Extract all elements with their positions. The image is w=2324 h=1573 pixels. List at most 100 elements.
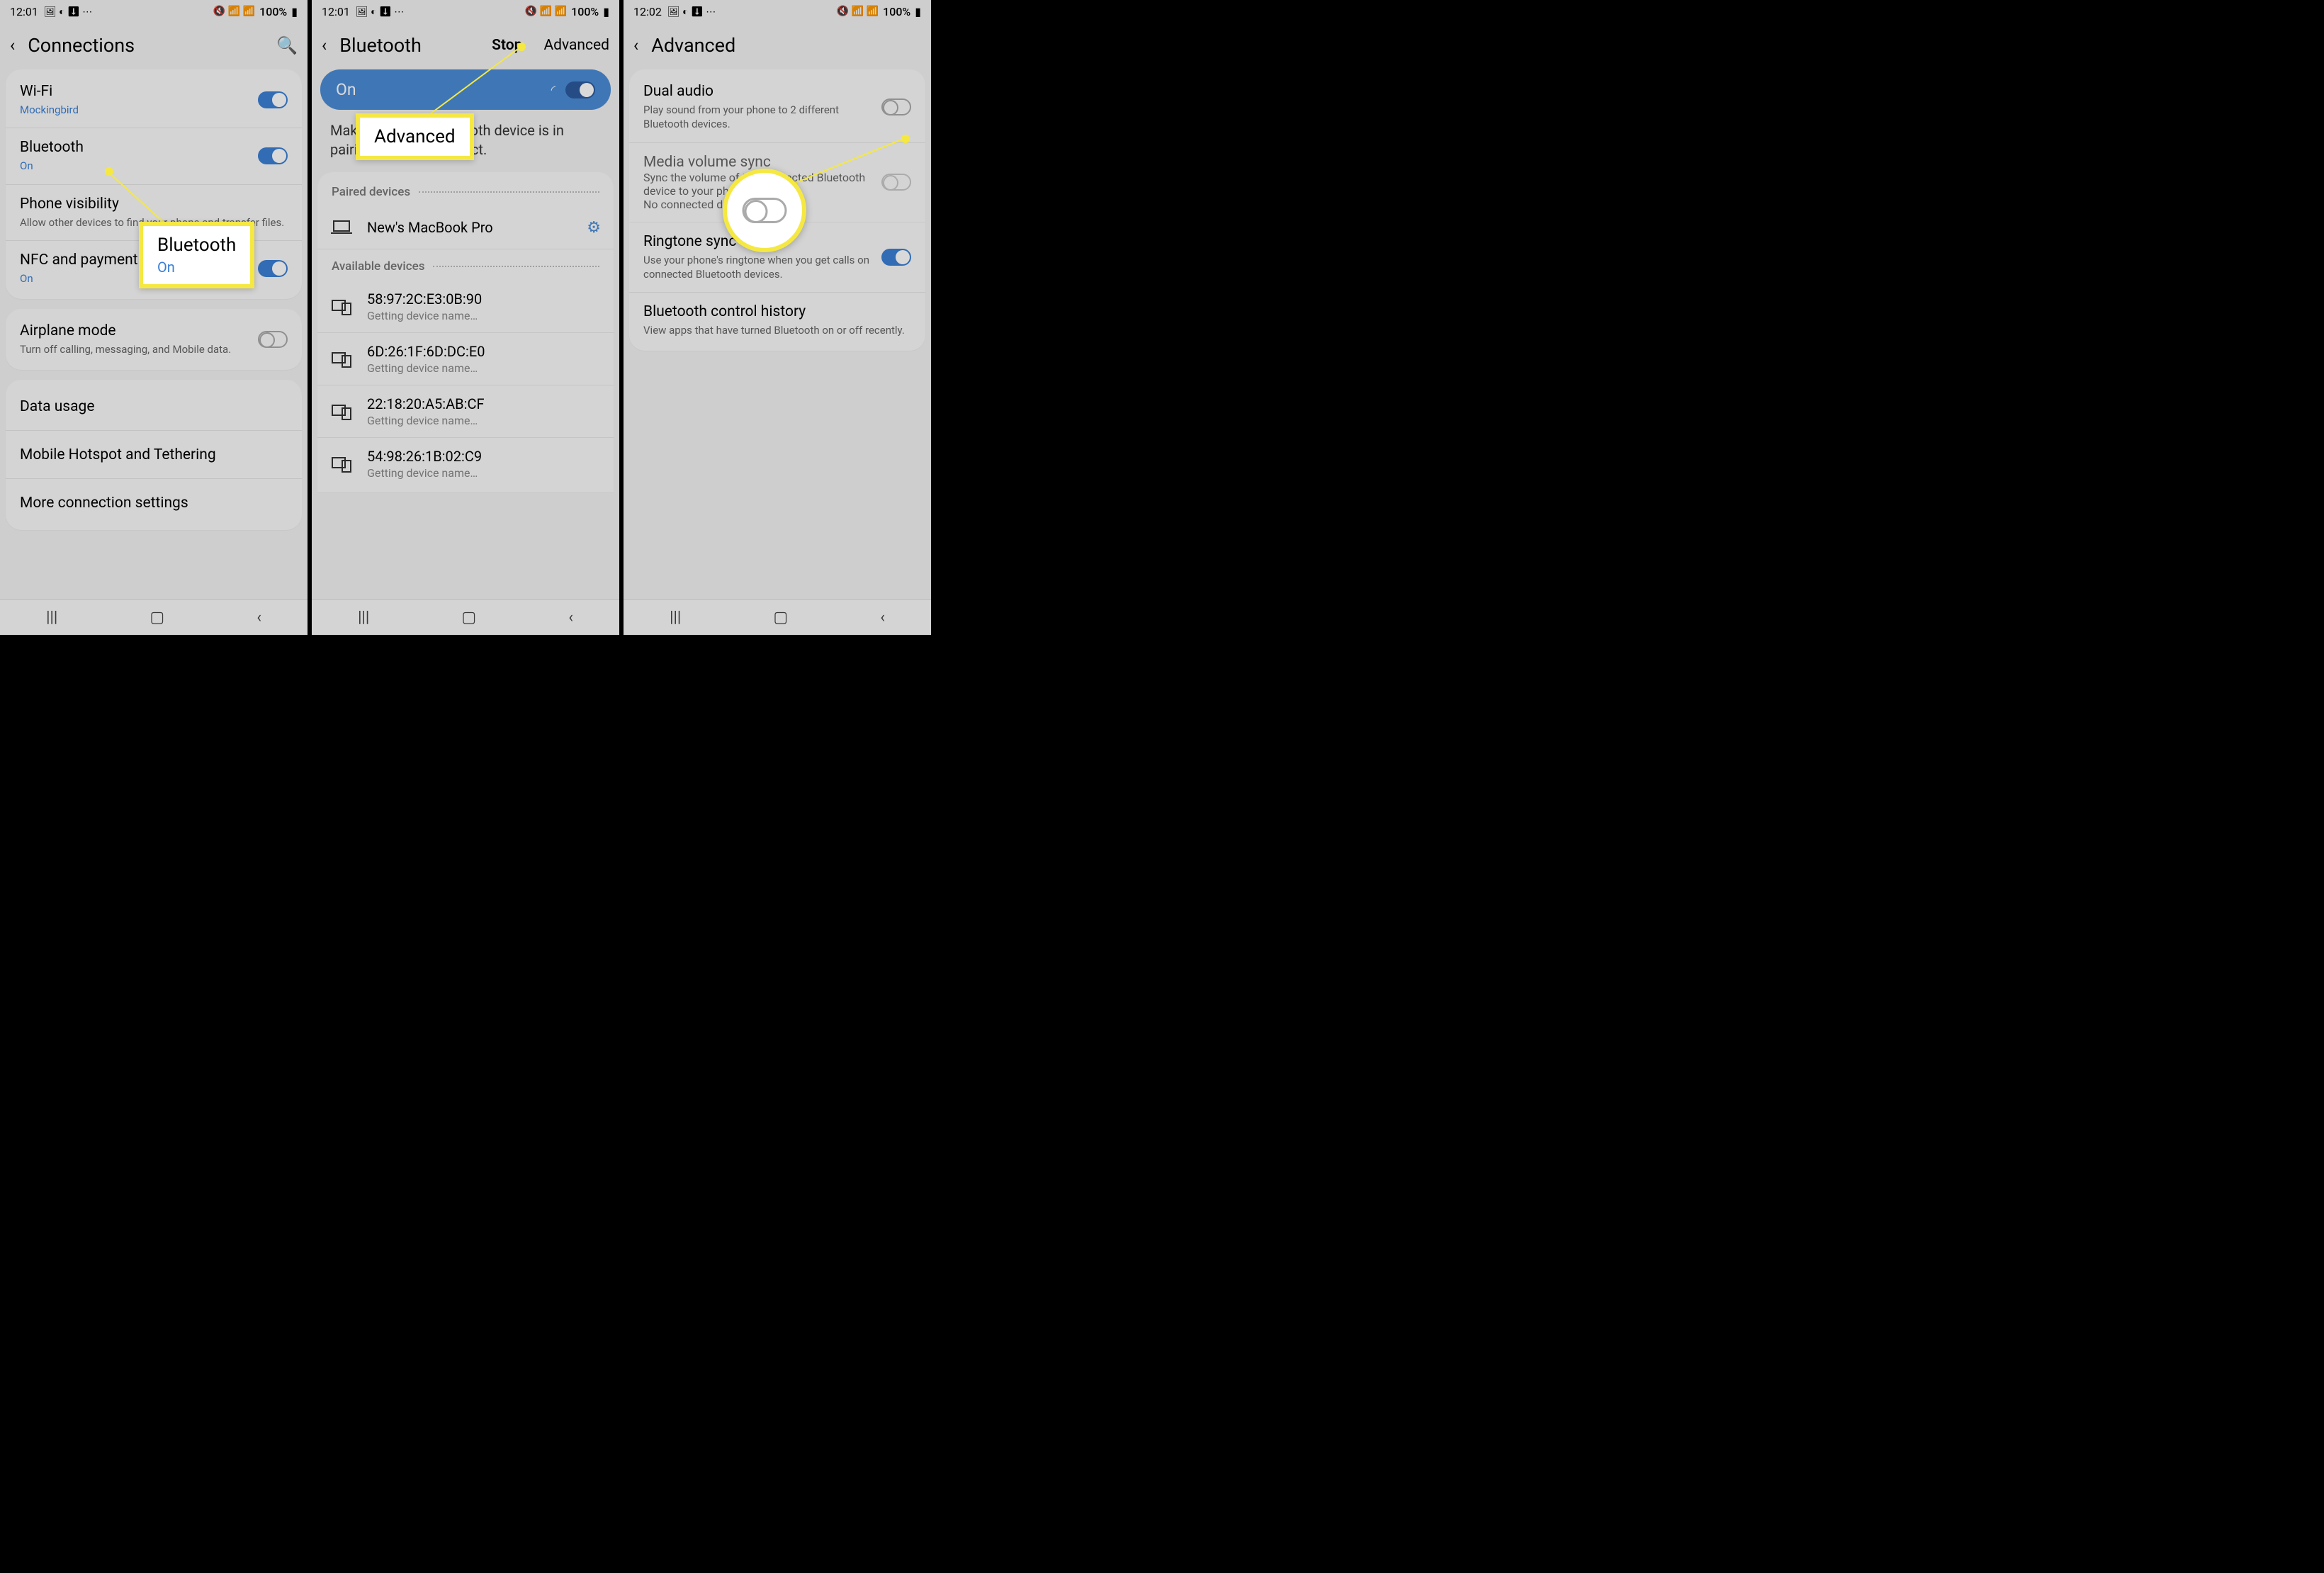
search-icon[interactable]: 🔍 xyxy=(276,35,298,55)
available-device-row[interactable]: 22:18:20:A5:AB:CFGetting device name… xyxy=(317,385,614,438)
status-icons-left: 🖼 ◐ ⬇ ⋯ xyxy=(356,6,404,18)
visibility-title: Phone visibility xyxy=(20,196,288,213)
battery-icon: ▮ xyxy=(915,5,921,18)
available-device-row[interactable]: 54:98:26:1B:02:C9Getting device name… xyxy=(317,438,614,490)
phone-screen-3: 12:02 🖼 ◐ ⬇ ⋯ 🔇 📶 📶 100% ▮ ‹ Advanced Du… xyxy=(624,0,935,635)
available-device-row[interactable]: 6D:26:1F:6D:DC:E0Getting device name… xyxy=(317,333,614,385)
status-icons-right: 🔇 📶 📶 xyxy=(837,6,879,17)
statusbar: 12:01 🖼 ◐ ⬇ ⋯ 🔇 📶 📶 100% ▮ xyxy=(0,0,308,23)
header: ‹ Connections 🔍 xyxy=(0,23,308,69)
battery-icon: ▮ xyxy=(291,5,298,18)
hotspot-title: Mobile Hotspot and Tethering xyxy=(20,446,288,463)
phone-screen-2: 12:01 🖼 ◐ ⬇ ⋯ 🔇 📶 📶 100% ▮ ‹ Bluetooth S… xyxy=(312,0,624,635)
status-time: 12:01 xyxy=(10,5,38,18)
callout-dot xyxy=(517,43,526,51)
back-button[interactable]: ‹ xyxy=(633,35,638,55)
data-usage-title: Data usage xyxy=(20,398,288,415)
nav-back[interactable]: ‹ xyxy=(568,609,573,626)
callout-dot xyxy=(105,167,113,176)
more-connection-row[interactable]: More connection settings xyxy=(6,479,302,527)
statusbar: 12:01 🖼 ◐ ⬇ ⋯ 🔇 📶 📶 100% ▮ xyxy=(312,0,619,23)
callout-title: Bluetooth xyxy=(157,235,236,256)
ringtone-toggle[interactable] xyxy=(881,249,911,266)
settings-list[interactable]: Wi-Fi Mockingbird Bluetooth On Phone vis… xyxy=(0,69,308,530)
page-title: Connections xyxy=(28,34,264,57)
available-header: Available devices xyxy=(317,249,614,281)
scan-spinner-icon: ◜ xyxy=(551,83,555,96)
available-device-row[interactable]: 58:97:2C:E3:0B:90Getting device name… xyxy=(317,281,614,333)
bt-history-row[interactable]: Bluetooth control history View apps that… xyxy=(629,293,925,348)
wifi-title: Wi-Fi xyxy=(20,83,258,100)
dual-audio-toggle[interactable] xyxy=(881,98,911,115)
paired-device-name: New's MacBook Pro xyxy=(367,219,572,236)
status-icons-left: 🖼 ◐ ⬇ ⋯ xyxy=(667,6,716,18)
page-title: Advanced xyxy=(651,34,921,57)
nav-back[interactable]: ‹ xyxy=(256,609,261,626)
data-usage-row[interactable]: Data usage xyxy=(6,383,302,431)
dual-audio-sub: Play sound from your phone to 2 differen… xyxy=(643,103,881,132)
nav-recent[interactable]: ||| xyxy=(670,609,681,626)
zoom-toggle xyxy=(743,198,787,223)
hotspot-row[interactable]: Mobile Hotspot and Tethering xyxy=(6,431,302,479)
status-icons-left: 🖼 ◐ ⬇ ⋯ xyxy=(44,6,92,18)
wifi-sub: Mockingbird xyxy=(20,103,258,117)
laptop-icon xyxy=(330,216,353,239)
gear-icon[interactable]: ⚙ xyxy=(587,219,601,237)
phone-screen-1: 12:01 🖼 ◐ ⬇ ⋯ 🔇 📶 📶 100% ▮ ‹ Connections… xyxy=(0,0,312,635)
header: ‹ Bluetooth Stop Advanced xyxy=(312,23,619,69)
callout-dot xyxy=(901,135,910,143)
nav-recent[interactable]: ||| xyxy=(46,609,57,626)
bluetooth-master-toggle[interactable]: On ◜ xyxy=(320,69,611,110)
callout-title: Advanced xyxy=(374,126,456,147)
battery-icon: ▮ xyxy=(603,5,609,18)
battery-percent: 100% xyxy=(571,5,599,18)
header: ‹ Advanced xyxy=(624,23,931,69)
bt-on-toggle[interactable] xyxy=(565,81,595,98)
navbar: ||| ▢ ‹ xyxy=(0,599,308,635)
bt-history-sub: View apps that have turned Bluetooth on … xyxy=(643,323,911,337)
airplane-row[interactable]: Airplane mode Turn off calling, messagin… xyxy=(6,312,302,367)
status-time: 12:01 xyxy=(322,5,350,18)
wifi-row[interactable]: Wi-Fi Mockingbird xyxy=(6,72,302,128)
ringtone-sub: Use your phone's ringtone when you get c… xyxy=(643,253,881,282)
back-button[interactable]: ‹ xyxy=(322,35,327,55)
bluetooth-title: Bluetooth xyxy=(20,139,258,156)
nav-home[interactable]: ▢ xyxy=(150,609,164,626)
dual-audio-title: Dual audio xyxy=(643,83,881,100)
devices-icon xyxy=(330,348,353,371)
media-volume-title: Media volume sync xyxy=(643,154,881,171)
battery-percent: 100% xyxy=(883,5,910,18)
nfc-toggle[interactable] xyxy=(258,260,288,277)
callout-zoom-toggle xyxy=(723,169,806,252)
nav-back[interactable]: ‹ xyxy=(880,609,885,626)
bt-history-title: Bluetooth control history xyxy=(643,303,911,320)
on-label: On xyxy=(336,80,551,99)
media-volume-toggle xyxy=(881,174,911,191)
advanced-button[interactable]: Advanced xyxy=(543,37,609,54)
statusbar: 12:02 🖼 ◐ ⬇ ⋯ 🔇 📶 📶 100% ▮ xyxy=(624,0,931,23)
more-connection-title: More connection settings xyxy=(20,495,288,512)
airplane-title: Airplane mode xyxy=(20,322,258,339)
nav-recent[interactable]: ||| xyxy=(358,609,369,626)
callout-sub: On xyxy=(157,259,236,276)
devices-icon xyxy=(330,295,353,318)
callout-advanced: Advanced xyxy=(356,113,474,160)
paired-device-row[interactable]: New's MacBook Pro ⚙ xyxy=(317,206,614,249)
bluetooth-row[interactable]: Bluetooth On xyxy=(6,128,302,184)
navbar: ||| ▢ ‹ xyxy=(312,599,619,635)
wifi-toggle[interactable] xyxy=(258,91,288,108)
bluetooth-toggle[interactable] xyxy=(258,147,288,164)
airplane-toggle[interactable] xyxy=(258,331,288,348)
paired-header: Paired devices xyxy=(317,175,614,206)
dual-audio-row[interactable]: Dual audio Play sound from your phone to… xyxy=(629,72,925,143)
devices-icon xyxy=(330,453,353,475)
battery-percent: 100% xyxy=(259,5,287,18)
back-button[interactable]: ‹ xyxy=(10,35,15,55)
bluetooth-sub: On xyxy=(20,159,258,173)
nav-home[interactable]: ▢ xyxy=(773,609,788,626)
nav-home[interactable]: ▢ xyxy=(461,609,476,626)
navbar: ||| ▢ ‹ xyxy=(624,599,931,635)
status-time: 12:02 xyxy=(633,5,662,18)
status-icons-right: 🔇 📶 📶 xyxy=(525,6,567,17)
status-icons-right: 🔇 📶 📶 xyxy=(213,6,255,17)
